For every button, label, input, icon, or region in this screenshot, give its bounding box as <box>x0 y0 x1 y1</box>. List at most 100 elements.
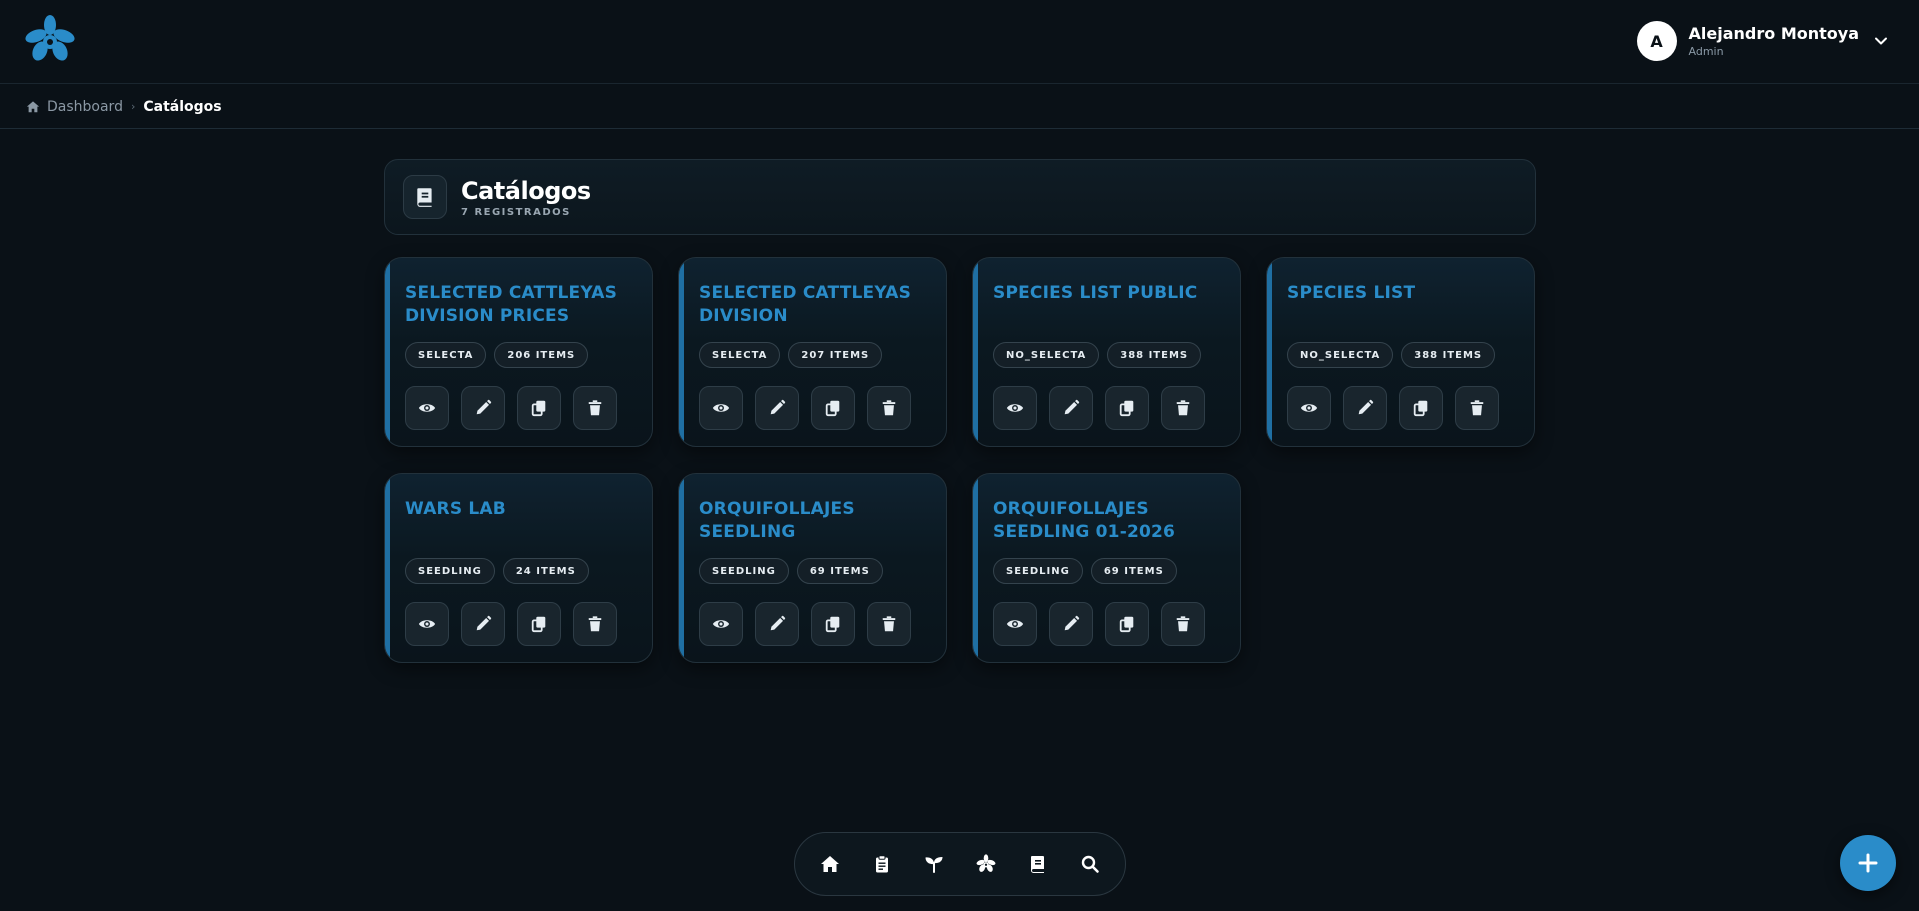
nav-catalogs[interactable] <box>1012 842 1064 886</box>
duplicate-button[interactable] <box>517 386 561 430</box>
avatar[interactable]: A <box>1636 21 1677 61</box>
duplicate-button[interactable] <box>811 602 855 646</box>
catalog-title: SELECTED CATTLEYAS DIVISION <box>699 283 912 326</box>
eye-icon <box>712 620 730 628</box>
add-catalog-button[interactable] <box>1840 835 1896 891</box>
breadcrumb-dashboard-link[interactable]: Dashboard <box>47 99 123 115</box>
catalog-item-count-badge: 69 ITEMS <box>1090 558 1177 584</box>
user-role: Admin <box>1688 45 1724 58</box>
catalog-title: SPECIES LIST <box>1287 283 1416 303</box>
catalog-card[interactable]: SELECTED CATTLEYAS DIVISION PRICES SELEC… <box>384 257 653 447</box>
duplicate-button[interactable] <box>811 386 855 430</box>
nav-home[interactable] <box>804 842 856 886</box>
orchid-logo-icon[interactable] <box>24 14 76 66</box>
duplicate-button[interactable] <box>1105 386 1149 430</box>
catalog-card[interactable]: SPECIES LIST NO_SELECTA 388 ITEMS <box>1266 257 1535 447</box>
view-button[interactable] <box>405 602 449 646</box>
orchid-icon <box>976 854 996 872</box>
clipboard-icon <box>876 855 888 873</box>
eye-icon <box>1006 404 1024 412</box>
view-button[interactable] <box>993 386 1037 430</box>
duplicate-button[interactable] <box>1399 386 1443 430</box>
catalog-tags: SEEDLING 69 ITEMS <box>699 558 928 584</box>
catalog-card[interactable]: WARS LAB SEEDLING 24 ITEMS <box>384 473 653 663</box>
catalog-type-badge: SEEDLING <box>699 558 789 584</box>
catalog-item-count-badge: 206 ITEMS <box>494 342 589 368</box>
book-icon <box>403 175 447 219</box>
eye-icon <box>418 404 436 412</box>
catalog-item-count-badge: 388 ITEMS <box>1401 342 1496 368</box>
eye-icon <box>418 620 436 628</box>
duplicate-button[interactable] <box>517 602 561 646</box>
nav-orders[interactable] <box>856 842 908 886</box>
top-bar: A Alejandro Montoya Admin <box>0 0 1919 84</box>
edit-button[interactable] <box>755 386 799 430</box>
pencil-icon <box>476 399 492 415</box>
delete-button[interactable] <box>1161 602 1205 646</box>
catalog-actions <box>993 602 1222 646</box>
catalog-type-badge: NO_SELECTA <box>993 342 1100 368</box>
catalog-card[interactable]: ORQUIFOLLAJES SEEDLING SEEDLING 69 ITEMS <box>678 473 947 663</box>
duplicate-button[interactable] <box>1105 602 1149 646</box>
catalog-title: ORQUIFOLLAJES SEEDLING 01-2026 <box>993 499 1176 542</box>
breadcrumb: Dashboard › Catálogos <box>0 85 1919 129</box>
plus-icon <box>1858 853 1878 873</box>
catalog-item-count-badge: 207 ITEMS <box>788 342 883 368</box>
edit-button[interactable] <box>1049 386 1093 430</box>
delete-button[interactable] <box>573 602 617 646</box>
catalog-card[interactable]: SPECIES LIST PUBLIC NO_SELECTA 388 ITEMS <box>972 257 1241 447</box>
delete-button[interactable] <box>1161 386 1205 430</box>
record-count: 7 REGISTRADOS <box>461 206 571 218</box>
trash-icon <box>588 616 602 632</box>
edit-button[interactable] <box>461 386 505 430</box>
catalog-item-count-badge: 69 ITEMS <box>796 558 883 584</box>
delete-button[interactable] <box>867 602 911 646</box>
view-button[interactable] <box>405 386 449 430</box>
nav-orchids[interactable] <box>960 842 1012 886</box>
page-header: Catálogos 7 REGISTRADOS <box>384 159 1536 235</box>
breadcrumb-current: Catálogos <box>143 98 222 115</box>
catalog-type-badge: SEEDLING <box>405 558 495 584</box>
edit-button[interactable] <box>755 602 799 646</box>
chevron-down-icon[interactable] <box>1873 33 1889 49</box>
catalog-grid: SELECTED CATTLEYAS DIVISION PRICES SELEC… <box>384 257 1536 663</box>
sprout-icon <box>925 857 943 873</box>
catalog-tags: NO_SELECTA 388 ITEMS <box>993 342 1222 368</box>
delete-button[interactable] <box>1455 386 1499 430</box>
trash-icon <box>1470 400 1484 416</box>
search-icon <box>1081 855 1099 873</box>
book-icon <box>1031 856 1044 873</box>
catalog-tags: SEEDLING 69 ITEMS <box>993 558 1222 584</box>
nav-seedlings[interactable] <box>908 842 960 886</box>
delete-button[interactable] <box>573 386 617 430</box>
catalog-type-badge: SELECTA <box>405 342 487 368</box>
breadcrumb-separator: › <box>130 100 136 113</box>
eye-icon <box>1006 620 1024 628</box>
trash-icon <box>882 400 896 416</box>
catalog-tags: NO_SELECTA 388 ITEMS <box>1287 342 1516 368</box>
edit-button[interactable] <box>1343 386 1387 430</box>
pencil-icon <box>1064 399 1080 415</box>
view-button[interactable] <box>699 602 743 646</box>
edit-button[interactable] <box>1049 602 1093 646</box>
catalog-title: ORQUIFOLLAJES SEEDLING <box>699 499 855 542</box>
nav-search[interactable] <box>1064 842 1116 886</box>
view-button[interactable] <box>699 386 743 430</box>
catalog-card[interactable]: ORQUIFOLLAJES SEEDLING 01-2026 SEEDLING … <box>972 473 1241 663</box>
home-icon[interactable] <box>26 100 40 114</box>
catalog-title: SPECIES LIST PUBLIC <box>993 283 1198 303</box>
catalog-type-badge: SEEDLING <box>993 558 1083 584</box>
catalog-item-count-badge: 388 ITEMS <box>1107 342 1202 368</box>
delete-button[interactable] <box>867 386 911 430</box>
copy-icon <box>825 400 840 417</box>
catalog-actions <box>405 386 634 430</box>
pencil-icon <box>1358 399 1374 415</box>
edit-button[interactable] <box>461 602 505 646</box>
user-menu[interactable]: A Alejandro Montoya Admin <box>1636 20 1889 62</box>
copy-icon <box>1119 400 1134 417</box>
view-button[interactable] <box>993 602 1037 646</box>
catalog-card[interactable]: SELECTED CATTLEYAS DIVISION SELECTA 207 … <box>678 257 947 447</box>
copy-icon <box>825 616 840 633</box>
view-button[interactable] <box>1287 386 1331 430</box>
pencil-icon <box>770 615 786 631</box>
